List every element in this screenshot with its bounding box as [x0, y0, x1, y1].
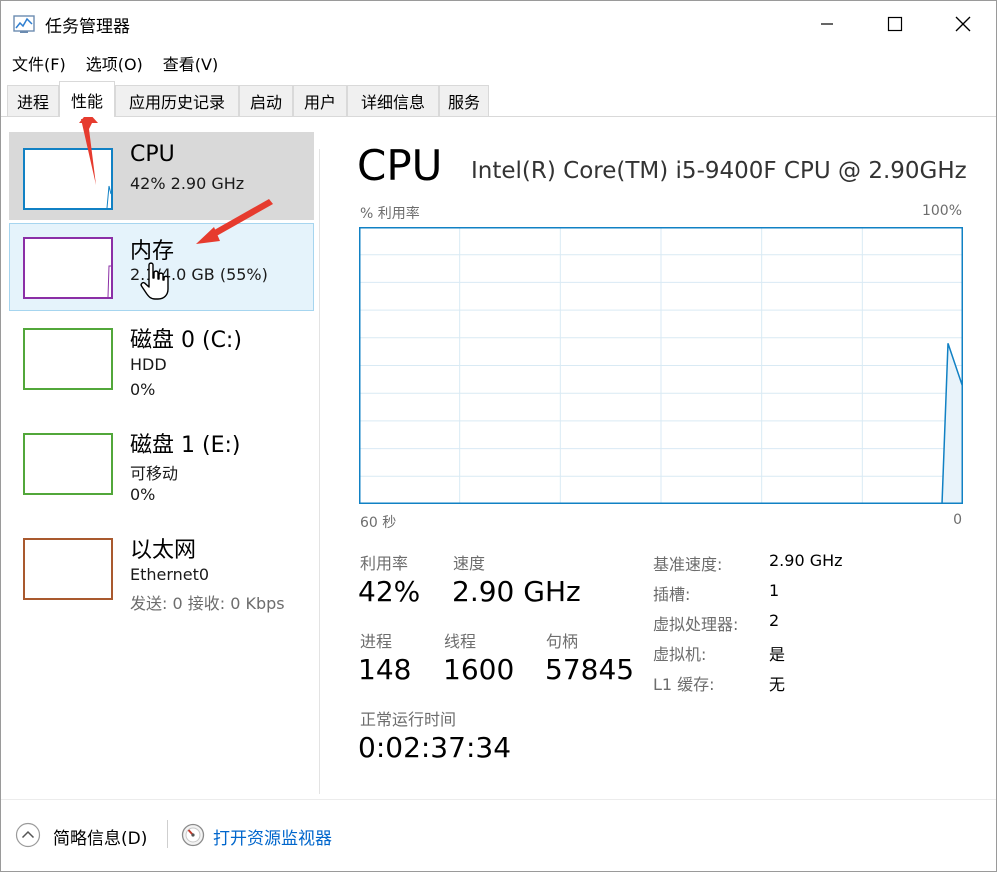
menu-bar: 文件(F) 选项(O) 查看(V): [1, 49, 228, 75]
window-title: 任务管理器: [45, 17, 130, 37]
minimize-icon: [821, 23, 833, 25]
tab-services[interactable]: 服务: [439, 85, 489, 116]
title-bar[interactable]: 任务管理器: [1, 1, 996, 47]
threads-label: 线程: [444, 632, 477, 651]
maximize-icon: [887, 16, 903, 32]
hand-cursor-icon: [140, 262, 169, 300]
processes-value: 148: [358, 653, 412, 686]
virtual-machine-value: 是: [769, 645, 786, 664]
graph-time-end: 0: [953, 512, 962, 528]
resource-usage: 0%: [130, 380, 156, 399]
resource-item-disk-0[interactable]: 磁盘 0 (C:) HDD 0%: [9, 314, 314, 402]
speed-value: 2.90 GHz: [452, 575, 581, 608]
resource-title: 磁盘 1 (E:): [130, 433, 241, 458]
tab-app-history[interactable]: 应用历史记录: [115, 85, 239, 116]
resource-type: HDD: [130, 355, 167, 374]
resource-title: 磁盘 0 (C:): [130, 328, 242, 353]
tab-strip: 进程 性能 应用历史记录 启动 用户 详细信息 服务: [1, 81, 996, 117]
virtual-processors-label: 虚拟处理器:: [653, 615, 739, 634]
handles-label: 句柄: [546, 632, 579, 651]
menu-view[interactable]: 查看(V): [153, 49, 228, 75]
virtual-processors-value: 2: [769, 611, 780, 630]
cpu-utilization-graph: [359, 227, 963, 504]
tab-users[interactable]: 用户: [293, 85, 347, 116]
disk-1-mini-graph: [23, 433, 113, 495]
resource-adapter: Ethernet0: [130, 565, 210, 584]
speed-label: 速度: [453, 554, 486, 573]
tab-startup[interactable]: 启动: [239, 85, 293, 116]
task-manager-window: 任务管理器 文件(F) 选项(O) 查看(V) 进程 性能 应用历史记录 启动 …: [0, 0, 997, 872]
uptime-label: 正常运行时间: [360, 710, 457, 729]
uptime-value: 0:02:37:34: [358, 731, 512, 764]
utilization-label: 利用率: [360, 554, 409, 573]
panel-splitter[interactable]: [319, 149, 320, 794]
page-title: CPU: [357, 141, 443, 190]
task-manager-icon: [13, 15, 35, 33]
l1-cache-label: L1 缓存:: [653, 675, 715, 694]
sockets-label: 插槽:: [653, 585, 691, 604]
graph-y-max: 100%: [921, 203, 962, 219]
base-speed-label: 基准速度:: [653, 555, 723, 574]
disk-0-mini-graph: [23, 328, 113, 390]
memory-mini-graph: [23, 237, 113, 299]
virtual-machine-label: 虚拟机:: [653, 645, 707, 664]
open-resource-monitor-link[interactable]: 打开资源监视器: [213, 824, 332, 849]
resource-usage: 42% 2.90 GHz: [130, 174, 245, 193]
sockets-value: 1: [769, 581, 780, 600]
threads-value: 1600: [443, 653, 515, 686]
base-speed-value: 2.90 GHz: [769, 551, 843, 570]
resource-item-cpu[interactable]: CPU 42% 2.90 GHz: [9, 132, 314, 220]
processes-label: 进程: [360, 632, 393, 651]
cpu-mini-graph: [23, 148, 113, 210]
menu-file[interactable]: 文件(F): [1, 49, 76, 75]
resource-item-disk-1[interactable]: 磁盘 1 (E:) 可移动 0%: [9, 419, 314, 507]
resource-throughput: 发送: 0 接收: 0 Kbps: [130, 594, 285, 613]
minimize-button[interactable]: [793, 1, 861, 47]
graph-time-span: 60 秒: [360, 515, 397, 531]
graph-y-label: % 利用率: [360, 206, 420, 222]
cpu-model-name: Intel(R) Core(TM) i5-9400F CPU @ 2.90GHz: [471, 158, 967, 184]
close-button[interactable]: [929, 1, 997, 47]
resource-item-ethernet[interactable]: 以太网 Ethernet0 发送: 0 接收: 0 Kbps: [9, 524, 314, 613]
ethernet-mini-graph: [23, 538, 113, 600]
resource-usage: 0%: [130, 485, 156, 504]
chevron-up-icon[interactable]: [15, 822, 41, 848]
footer-bar: 简略信息(D) 打开资源监视器: [1, 799, 996, 869]
close-icon: [955, 16, 971, 32]
resource-title: 以太网: [130, 538, 197, 563]
resource-monitor-icon[interactable]: [181, 823, 205, 847]
maximize-button[interactable]: [861, 1, 929, 47]
handles-value: 57845: [545, 653, 635, 686]
tab-performance[interactable]: 性能: [59, 81, 115, 117]
tab-details[interactable]: 详细信息: [347, 85, 439, 116]
resource-type: 可移动: [130, 464, 179, 483]
resource-list: CPU 42% 2.90 GHz 内存 2.1/4.0 GB (55%) 磁盘 …: [1, 118, 319, 792]
menu-options[interactable]: 选项(O): [76, 49, 153, 75]
fewer-details-button[interactable]: 简略信息(D): [53, 824, 147, 849]
utilization-value: 42%: [358, 575, 421, 608]
resource-title: CPU: [130, 142, 175, 167]
tab-processes[interactable]: 进程: [7, 85, 59, 116]
footer-divider: [167, 820, 168, 848]
l1-cache-value: 无: [769, 675, 786, 694]
